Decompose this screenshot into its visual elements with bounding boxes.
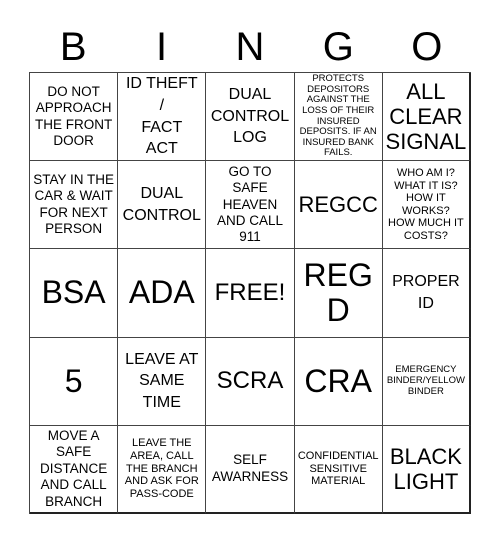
bingo-cell-o4[interactable]: EMERGENCY BINDER/YELLOW BINDER: [382, 337, 471, 426]
bingo-cell-g1[interactable]: PROTECTS DEPOSITORS AGAINST THE LOSS OF …: [294, 73, 383, 162]
bingo-cell-b1[interactable]: DO NOT APPROACH THE FRONT DOOR: [30, 73, 119, 162]
bingo-cell-b3[interactable]: BSA: [30, 249, 119, 338]
header-letter-i: I: [156, 25, 168, 69]
bingo-cell-i1[interactable]: ID THEFT / FACT ACT: [118, 73, 207, 162]
header-letter-b: B: [59, 25, 87, 69]
free-space[interactable]: FREE!: [206, 249, 295, 338]
bingo-cell-i5[interactable]: LEAVE THE AREA, CALL THE BRANCH AND ASK …: [118, 425, 207, 514]
bingo-cell-i3[interactable]: ADA: [118, 249, 207, 338]
bingo-board: DO NOT APPROACH THE FRONT DOOR ID THEFT …: [29, 72, 471, 514]
header-letter-o: O: [411, 25, 443, 69]
bingo-cell-g2[interactable]: REGCC: [294, 161, 383, 250]
bingo-cell-o3[interactable]: PROPER ID: [382, 249, 471, 338]
bingo-cell-b2[interactable]: STAY IN THE CAR & WAIT FOR NEXT PERSON: [30, 161, 119, 250]
bingo-cell-n4[interactable]: SCRA: [206, 337, 295, 426]
header-letter-n: N: [235, 25, 265, 69]
header-letter-g: G: [322, 25, 354, 69]
bingo-cell-o2[interactable]: WHO AM I? WHAT IT IS? HOW IT WORKS? HOW …: [382, 161, 471, 250]
bingo-cell-g4[interactable]: CRA: [294, 337, 383, 426]
bingo-header: B I N G O: [29, 22, 471, 72]
bingo-cell-n1[interactable]: DUAL CONTROL LOG: [206, 73, 295, 162]
bingo-cell-b4[interactable]: 5: [30, 337, 119, 426]
bingo-cell-i4[interactable]: LEAVE AT SAME TIME: [118, 337, 207, 426]
bingo-cell-o1[interactable]: ALL CLEAR SIGNAL: [382, 73, 471, 162]
bingo-cell-o5[interactable]: BLACK LIGHT: [382, 425, 471, 514]
bingo-cell-g5[interactable]: CONFIDENTIAL SENSITIVE MATERIAL: [294, 425, 383, 514]
bingo-cell-i2[interactable]: DUAL CONTROL: [118, 161, 207, 250]
bingo-cell-g3[interactable]: REG D: [294, 249, 383, 338]
bingo-cell-n2[interactable]: GO TO SAFE HEAVEN AND CALL 911: [206, 161, 295, 250]
bingo-cell-n5[interactable]: SELF AWARNESS: [206, 425, 295, 514]
bingo-cell-b5[interactable]: MOVE A SAFE DISTANCE AND CALL BRANCH: [30, 425, 119, 514]
